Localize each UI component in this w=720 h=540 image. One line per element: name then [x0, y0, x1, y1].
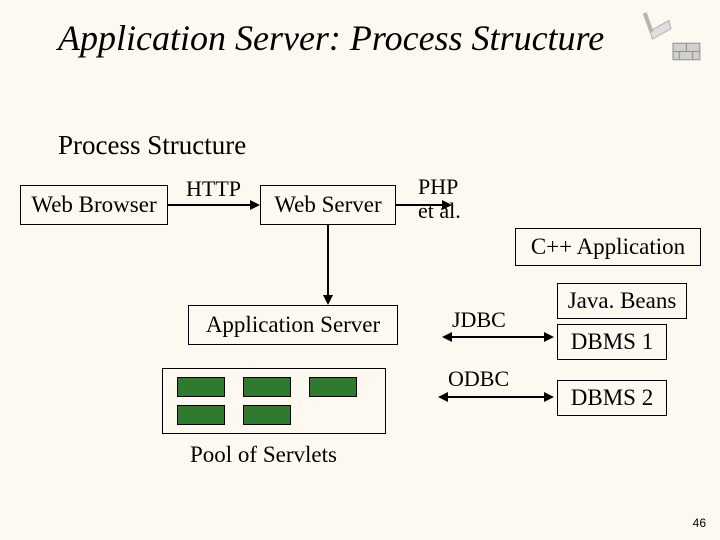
node-web-server: Web Server	[260, 185, 396, 225]
node-label: Web Browser	[31, 192, 156, 218]
node-label: Web Server	[274, 192, 381, 218]
edge-label-odbc: ODBC	[448, 366, 509, 392]
building-blocks-icon	[642, 8, 704, 64]
node-dbms-2: DBMS 2	[557, 380, 667, 416]
servlet-icon	[177, 405, 225, 425]
page-number: 46	[693, 516, 706, 530]
section-heading: Process Structure	[58, 130, 246, 161]
slide-title: Application Server: Process Structure	[58, 18, 604, 59]
edge-label-http: HTTP	[186, 176, 241, 202]
node-web-browser: Web Browser	[20, 185, 168, 225]
edge-label-jdbc: JDBC	[452, 307, 506, 333]
pool-label: Pool of Servlets	[190, 442, 337, 468]
node-dbms-1: DBMS 1	[557, 324, 667, 360]
servlet-icon	[243, 405, 291, 425]
edge-label-php: PHPet al.	[418, 175, 461, 223]
node-cpp-application: C++ Application	[515, 228, 701, 266]
node-label: DBMS 1	[571, 329, 653, 355]
node-label: C++ Application	[531, 234, 685, 260]
node-application-server: Application Server	[188, 305, 398, 345]
pool-of-servlets-box	[162, 368, 386, 434]
servlet-icon	[177, 377, 225, 397]
node-label: DBMS 2	[571, 385, 653, 411]
node-javabeans: Java. Beans	[557, 283, 687, 319]
servlet-icon	[309, 377, 357, 397]
node-label: Java. Beans	[568, 288, 677, 314]
node-label: Application Server	[206, 312, 380, 338]
servlet-icon	[243, 377, 291, 397]
